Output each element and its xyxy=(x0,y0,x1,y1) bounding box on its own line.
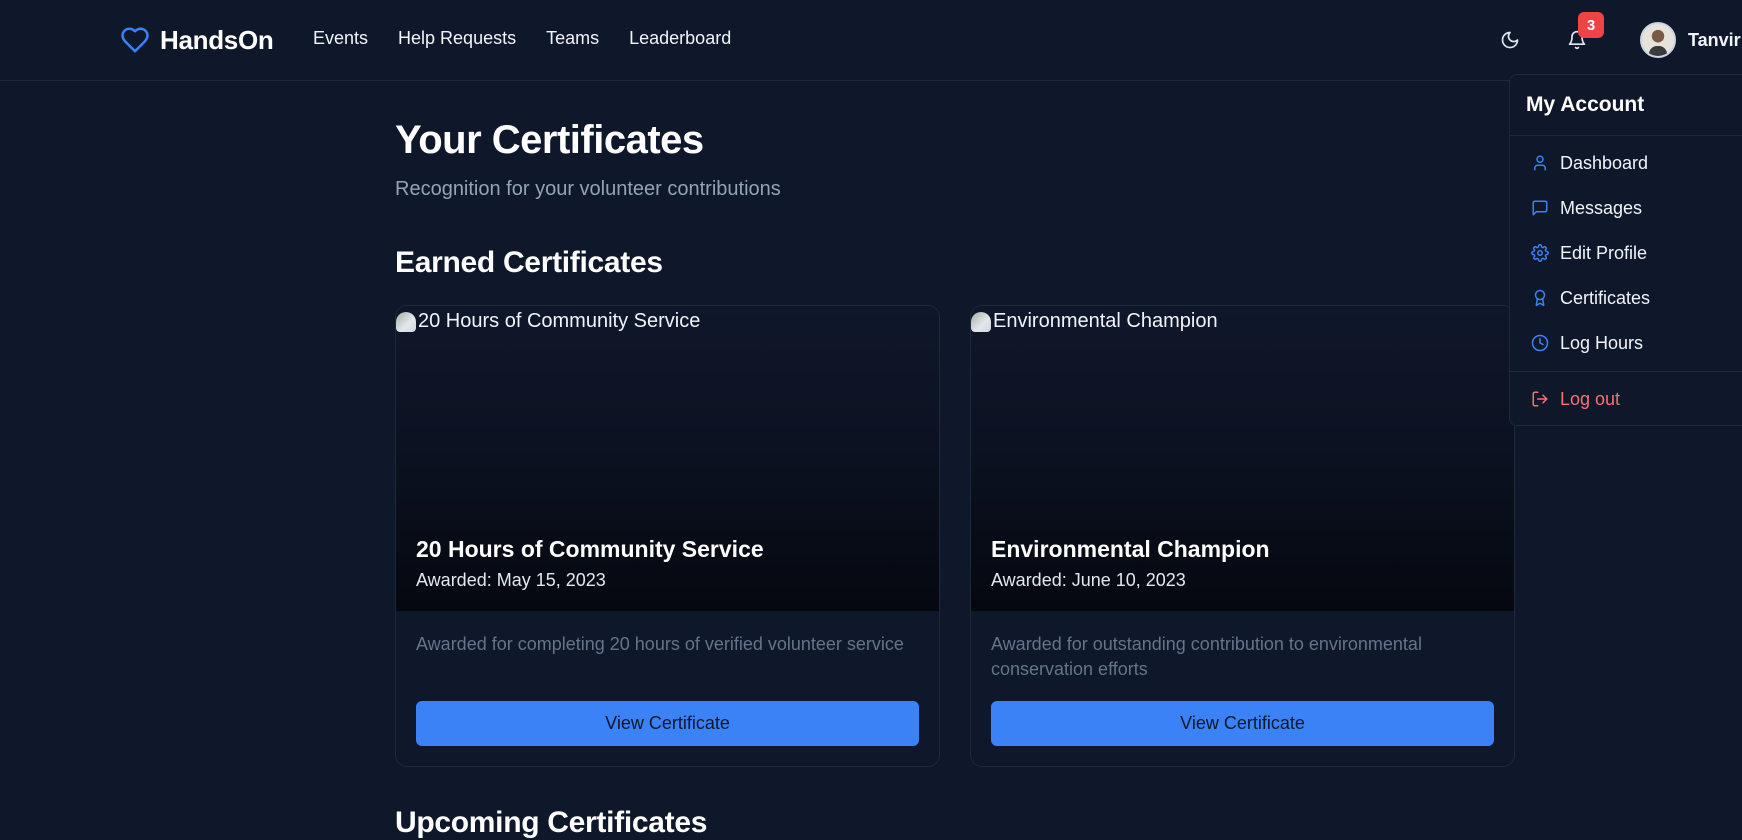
menu-item-label: Edit Profile xyxy=(1560,242,1648,263)
page-subtitle: Recognition for your volunteer contribut… xyxy=(395,178,781,200)
page-title: Your Certificates xyxy=(395,118,704,162)
certificate-image-alt: Environmental Champion xyxy=(993,310,1218,332)
menu-item-logout[interactable]: Log out xyxy=(1530,384,1620,414)
user-icon xyxy=(1530,153,1550,173)
nav-events[interactable]: Events xyxy=(313,28,368,49)
moon-icon xyxy=(1500,30,1520,50)
broken-image-icon xyxy=(971,311,991,332)
message-icon xyxy=(1530,198,1550,218)
certificate-image: 20 Hours of Community Service xyxy=(396,310,700,333)
certificate-description: Awarded for outstanding contribution to … xyxy=(991,634,1422,679)
certificate-card: 20 Hours of Community Service 20 Hours o… xyxy=(395,305,940,767)
earned-certificates-heading: Earned Certificates xyxy=(395,246,663,279)
top-navbar: HandsOn Events Help Requests Teams Leade… xyxy=(0,0,1742,81)
user-name: Tanvir xyxy=(1688,29,1741,50)
certificate-title: 20 Hours of Community Service xyxy=(416,536,764,562)
clock-icon xyxy=(1530,333,1550,353)
certificate-image-area: 20 Hours of Community Service 20 Hours o… xyxy=(396,306,939,611)
menu-item-messages[interactable]: Messages xyxy=(1530,193,1642,223)
nav-teams[interactable]: Teams xyxy=(546,28,599,49)
award-icon xyxy=(1530,288,1550,308)
nav-help-requests[interactable]: Help Requests xyxy=(398,28,516,49)
certificate-image-area: Environmental Champion Environmental Cha… xyxy=(971,306,1514,611)
menu-item-dashboard[interactable]: Dashboard xyxy=(1530,148,1648,178)
certificate-image: Environmental Champion xyxy=(971,310,1218,333)
broken-image-icon xyxy=(396,311,416,332)
notification-count-badge: 3 xyxy=(1578,12,1604,38)
user-menu-trigger[interactable]: Tanvir xyxy=(1640,21,1741,59)
view-certificate-button[interactable]: View Certificate xyxy=(991,701,1494,746)
certificate-title: Environmental Champion xyxy=(991,536,1270,562)
dropdown-divider xyxy=(1510,135,1742,136)
upcoming-certificates-heading: Upcoming Certificates xyxy=(395,806,708,839)
menu-item-edit-profile[interactable]: Edit Profile xyxy=(1530,238,1647,268)
menu-item-label: Log Hours xyxy=(1560,332,1644,353)
view-certificate-button[interactable]: View Certificate xyxy=(416,701,919,746)
heart-icon xyxy=(120,25,150,55)
menu-item-log-hours[interactable]: Log Hours xyxy=(1530,328,1643,358)
menu-item-label: Messages xyxy=(1560,197,1643,218)
theme-toggle-button[interactable] xyxy=(1496,26,1524,54)
menu-item-certificates[interactable]: Certificates xyxy=(1530,283,1650,313)
certificate-awarded-date: Awarded: May 15, 2023 xyxy=(416,570,606,590)
certificate-description: Awarded for completing 20 hours of verif… xyxy=(416,634,904,654)
avatar xyxy=(1640,22,1676,58)
gear-icon xyxy=(1530,243,1550,263)
dropdown-title: My Account xyxy=(1526,93,1645,116)
menu-item-label: Certificates xyxy=(1560,287,1651,308)
certificate-image-alt: 20 Hours of Community Service xyxy=(418,310,701,332)
menu-item-label: Log out xyxy=(1560,388,1621,409)
dropdown-divider xyxy=(1510,371,1742,372)
nav-leaderboard[interactable]: Leaderboard xyxy=(629,28,731,49)
account-dropdown-menu: My Account Dashboard Messages Edit Profi… xyxy=(1509,74,1742,426)
brand-name: HandsOn xyxy=(160,24,274,55)
certificate-awarded-date: Awarded: June 10, 2023 xyxy=(991,570,1186,590)
menu-item-label: Dashboard xyxy=(1560,152,1649,173)
certificate-card: Environmental Champion Environmental Cha… xyxy=(970,305,1515,767)
main-nav: Events Help Requests Teams Leaderboard xyxy=(313,28,731,49)
brand-logo[interactable]: HandsOn xyxy=(120,22,274,58)
logout-icon xyxy=(1530,389,1550,409)
